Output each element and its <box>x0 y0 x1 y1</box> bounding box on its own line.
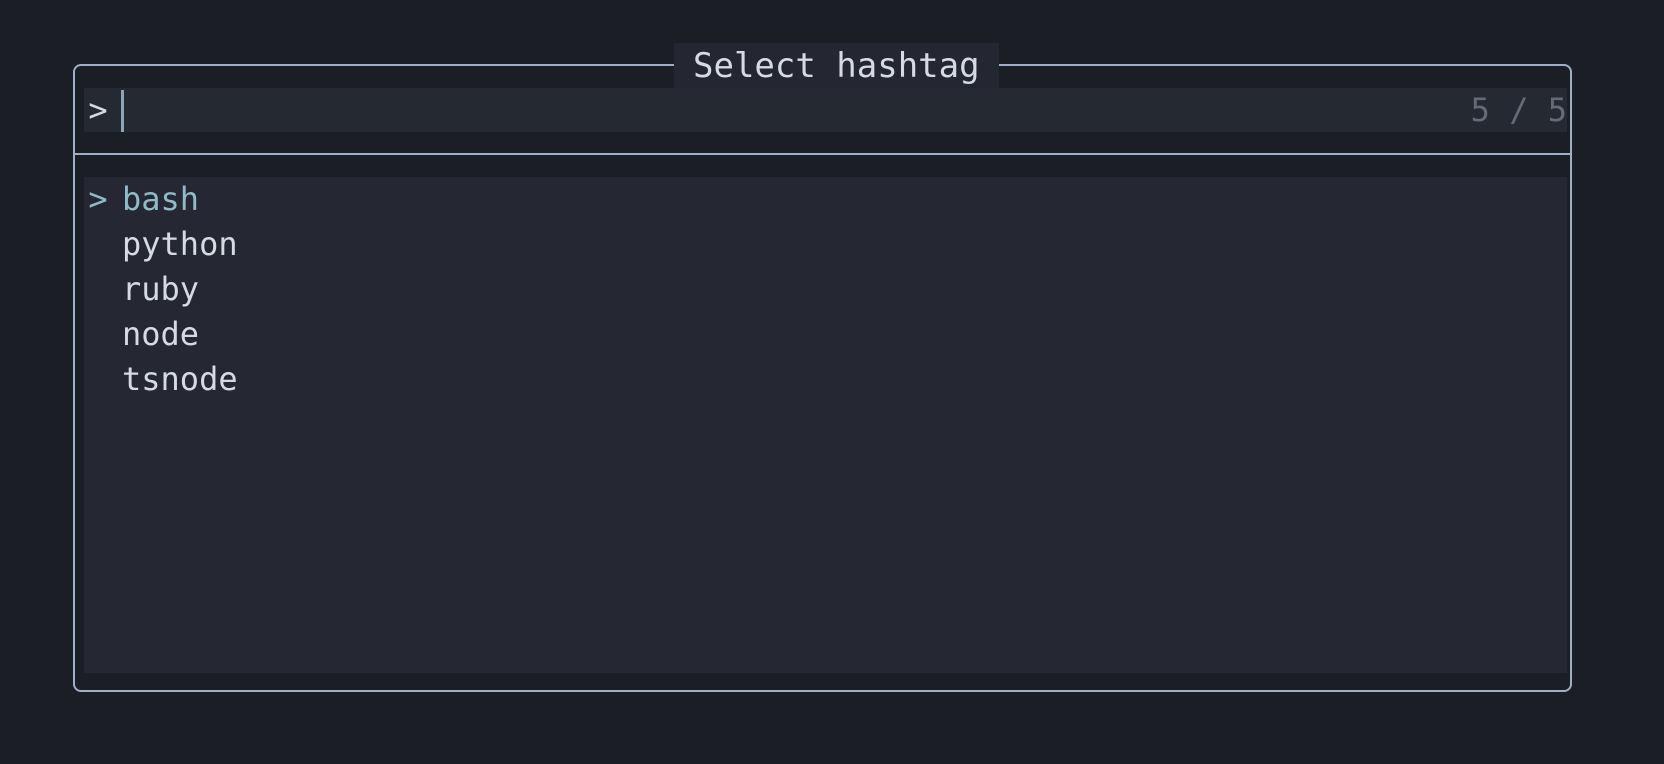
list-item-label: tsnode <box>122 360 238 398</box>
list-item[interactable]: python <box>84 222 1567 267</box>
match-count: 5 / 5 <box>1470 91 1567 129</box>
list-item[interactable]: tsnode <box>84 357 1567 402</box>
prompt-chevron-icon: > <box>88 91 108 129</box>
divider <box>75 153 1570 155</box>
picker-title: Select hashtag <box>674 43 999 89</box>
list-item[interactable]: > bash <box>84 177 1567 222</box>
results-list: > bash python ruby node tsnode <box>84 177 1567 673</box>
list-item[interactable]: ruby <box>84 267 1567 312</box>
list-item-label: bash <box>122 180 200 218</box>
selection-marker-icon: > <box>88 180 108 218</box>
search-input[interactable] <box>128 88 1428 132</box>
list-item-label: python <box>122 225 238 263</box>
hashtag-picker: Select hashtag > 5 / 5 > bash python rub… <box>73 43 1572 692</box>
text-cursor <box>121 90 124 132</box>
list-item-label: ruby <box>122 270 200 308</box>
list-item[interactable]: node <box>84 312 1567 357</box>
prompt-row[interactable]: > 5 / 5 <box>84 88 1567 132</box>
list-item-label: node <box>122 315 200 353</box>
